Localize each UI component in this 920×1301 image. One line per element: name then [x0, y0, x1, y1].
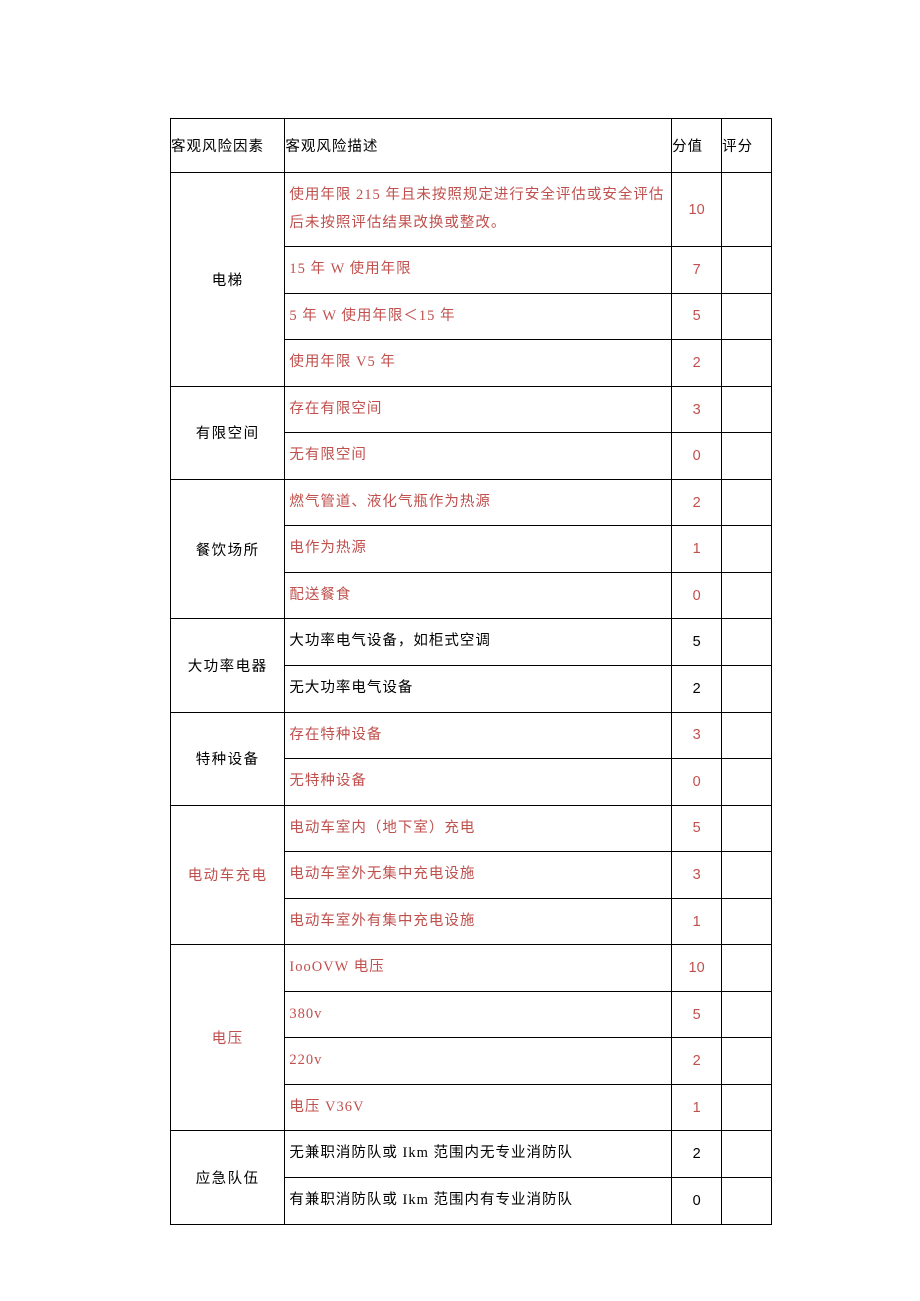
factor-cell: 电梯: [171, 173, 285, 387]
risk-table: 客观风险因素 客观风险描述 分值 评分 电梯使用年限 215 年且未按照规定进行…: [170, 118, 772, 1225]
factor-cell: 大功率电器: [171, 619, 285, 712]
rating-cell: [722, 479, 772, 526]
table-row: 电压IooOVW 电压10: [171, 945, 772, 992]
table-row: 有限空间存在有限空间3: [171, 386, 772, 433]
desc-cell: 无特种设备: [285, 759, 672, 806]
score-cell: 5: [672, 805, 722, 852]
header-rating: 评分: [722, 119, 772, 173]
rating-cell: [722, 1131, 772, 1178]
desc-cell: 存在特种设备: [285, 712, 672, 759]
rating-cell: [722, 712, 772, 759]
rating-cell: [722, 526, 772, 573]
desc-cell: 有兼职消防队或 Ikm 范围内有专业消防队: [285, 1178, 672, 1225]
desc-cell: 电作为热源: [285, 526, 672, 573]
rating-cell: [722, 293, 772, 340]
rating-cell: [722, 1038, 772, 1085]
desc-cell: 无有限空间: [285, 433, 672, 480]
desc-cell: 380v: [285, 991, 672, 1038]
desc-cell: 燃气管道、液化气瓶作为热源: [285, 479, 672, 526]
rating-cell: [722, 340, 772, 387]
score-cell: 7: [672, 247, 722, 294]
factor-cell: 特种设备: [171, 712, 285, 805]
desc-cell: 使用年限 V5 年: [285, 340, 672, 387]
score-cell: 0: [672, 759, 722, 806]
table-row: 餐饮场所燃气管道、液化气瓶作为热源2: [171, 479, 772, 526]
desc-cell: 电动车室外无集中充电设施: [285, 852, 672, 899]
rating-cell: [722, 619, 772, 666]
score-cell: 10: [672, 945, 722, 992]
table-row: 电梯使用年限 215 年且未按照规定进行安全评估或安全评估后未按照评估结果改换或…: [171, 173, 772, 247]
factor-cell: 有限空间: [171, 386, 285, 479]
score-cell: 2: [672, 479, 722, 526]
desc-cell: IooOVW 电压: [285, 945, 672, 992]
score-cell: 2: [672, 1131, 722, 1178]
rating-cell: [722, 898, 772, 945]
score-cell: 2: [672, 340, 722, 387]
score-cell: 5: [672, 293, 722, 340]
factor-cell: 电动车充电: [171, 805, 285, 945]
score-cell: 3: [672, 386, 722, 433]
rating-cell: [722, 572, 772, 619]
rating-cell: [722, 1084, 772, 1131]
desc-cell: 电动车室内（地下室）充电: [285, 805, 672, 852]
desc-cell: 电压 V36V: [285, 1084, 672, 1131]
score-cell: 1: [672, 898, 722, 945]
rating-cell: [722, 945, 772, 992]
rating-cell: [722, 852, 772, 899]
score-cell: 3: [672, 852, 722, 899]
factor-cell: 电压: [171, 945, 285, 1131]
score-cell: 5: [672, 991, 722, 1038]
score-cell: 5: [672, 619, 722, 666]
rating-cell: [722, 173, 772, 247]
desc-cell: 无兼职消防队或 Ikm 范围内无专业消防队: [285, 1131, 672, 1178]
score-cell: 10: [672, 173, 722, 247]
score-cell: 0: [672, 433, 722, 480]
header-factor: 客观风险因素: [171, 119, 285, 173]
rating-cell: [722, 805, 772, 852]
score-cell: 1: [672, 526, 722, 573]
desc-cell: 220v: [285, 1038, 672, 1085]
desc-cell: 5 年 W 使用年限＜15 年: [285, 293, 672, 340]
desc-cell: 大功率电气设备，如柜式空调: [285, 619, 672, 666]
table-row: 应急队伍无兼职消防队或 Ikm 范围内无专业消防队2: [171, 1131, 772, 1178]
header-desc: 客观风险描述: [285, 119, 672, 173]
header-score: 分值: [672, 119, 722, 173]
table-header-row: 客观风险因素 客观风险描述 分值 评分: [171, 119, 772, 173]
rating-cell: [722, 433, 772, 480]
rating-cell: [722, 666, 772, 713]
table-row: 特种设备存在特种设备3: [171, 712, 772, 759]
rating-cell: [722, 247, 772, 294]
score-cell: 3: [672, 712, 722, 759]
table-row: 电动车充电电动车室内（地下室）充电5: [171, 805, 772, 852]
factor-cell: 应急队伍: [171, 1131, 285, 1224]
desc-cell: 电动车室外有集中充电设施: [285, 898, 672, 945]
rating-cell: [722, 386, 772, 433]
document-page: 客观风险因素 客观风险描述 分值 评分 电梯使用年限 215 年且未按照规定进行…: [0, 0, 920, 1225]
desc-cell: 存在有限空间: [285, 386, 672, 433]
score-cell: 2: [672, 666, 722, 713]
score-cell: 2: [672, 1038, 722, 1085]
desc-cell: 15 年 W 使用年限: [285, 247, 672, 294]
rating-cell: [722, 991, 772, 1038]
score-cell: 0: [672, 1178, 722, 1225]
desc-cell: 配送餐食: [285, 572, 672, 619]
rating-cell: [722, 1178, 772, 1225]
score-cell: 1: [672, 1084, 722, 1131]
factor-cell: 餐饮场所: [171, 479, 285, 619]
score-cell: 0: [672, 572, 722, 619]
desc-cell: 无大功率电气设备: [285, 666, 672, 713]
desc-cell: 使用年限 215 年且未按照规定进行安全评估或安全评估后未按照评估结果改换或整改…: [285, 173, 672, 247]
table-row: 大功率电器大功率电气设备，如柜式空调5: [171, 619, 772, 666]
rating-cell: [722, 759, 772, 806]
